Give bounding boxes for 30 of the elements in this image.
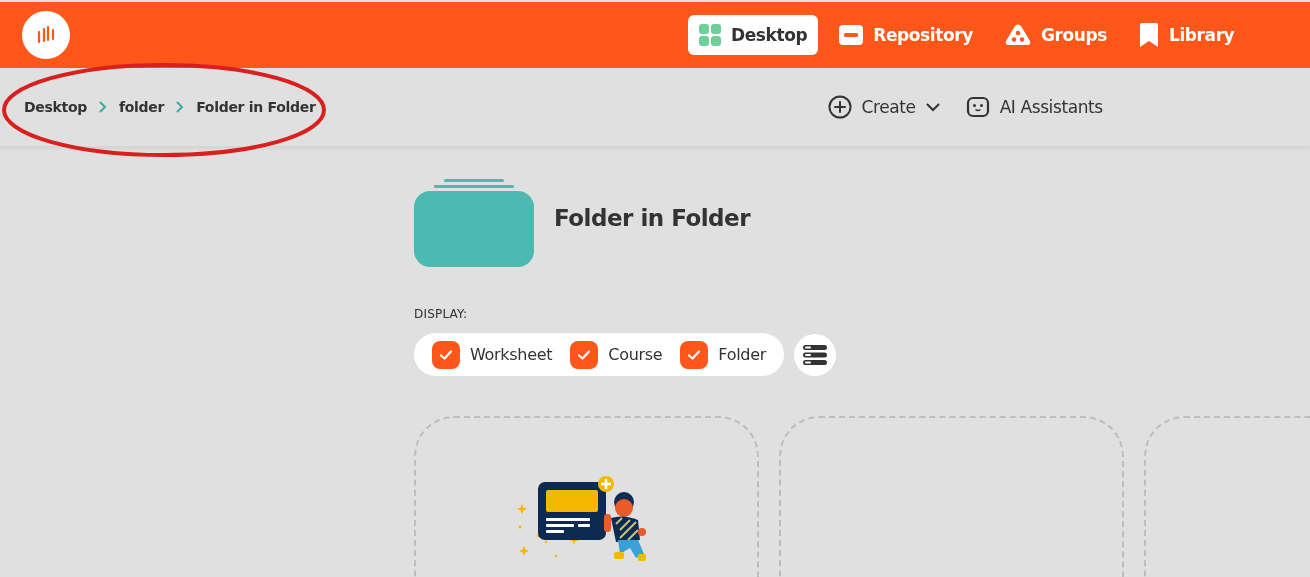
folder-icon [414, 179, 534, 269]
view-options-button[interactable] [794, 333, 836, 376]
logo-icon[interactable] [22, 11, 70, 59]
breadcrumb-link[interactable]: folder [119, 99, 165, 115]
toggle-list-icon [803, 344, 827, 365]
plus-circle-icon [827, 95, 852, 119]
nav-tab[interactable]: Desktop [688, 15, 819, 55]
box-icon [839, 25, 864, 45]
filter-label: Worksheet [470, 345, 553, 364]
bookmark-icon [1138, 23, 1159, 47]
breadcrumb-link[interactable]: Desktop [24, 99, 87, 115]
check-icon [439, 348, 453, 361]
filter-label: Course [608, 345, 663, 364]
display-label: DISPLAY: [414, 307, 469, 321]
check-icon [687, 348, 702, 361]
chevron-right-icon [99, 101, 107, 113]
check-icon [577, 348, 592, 361]
toolbar-button[interactable]: Create [827, 95, 940, 119]
checkbox[interactable] [432, 340, 460, 369]
checkbox[interactable] [680, 340, 709, 369]
checkbox[interactable] [570, 340, 599, 369]
chevron-right-icon [176, 101, 185, 113]
folder-title: Folder in Folder [554, 205, 750, 231]
triangle-dots-icon [1004, 24, 1031, 46]
robot-icon [965, 96, 990, 118]
filter-label: Folder [718, 345, 766, 364]
grid-icon [699, 24, 721, 46]
breadcrumb-link[interactable]: Folder in Folder [196, 99, 316, 115]
empty-card[interactable] [414, 416, 759, 577]
toolbar-button[interactable]: AI Assistants [965, 95, 1103, 119]
